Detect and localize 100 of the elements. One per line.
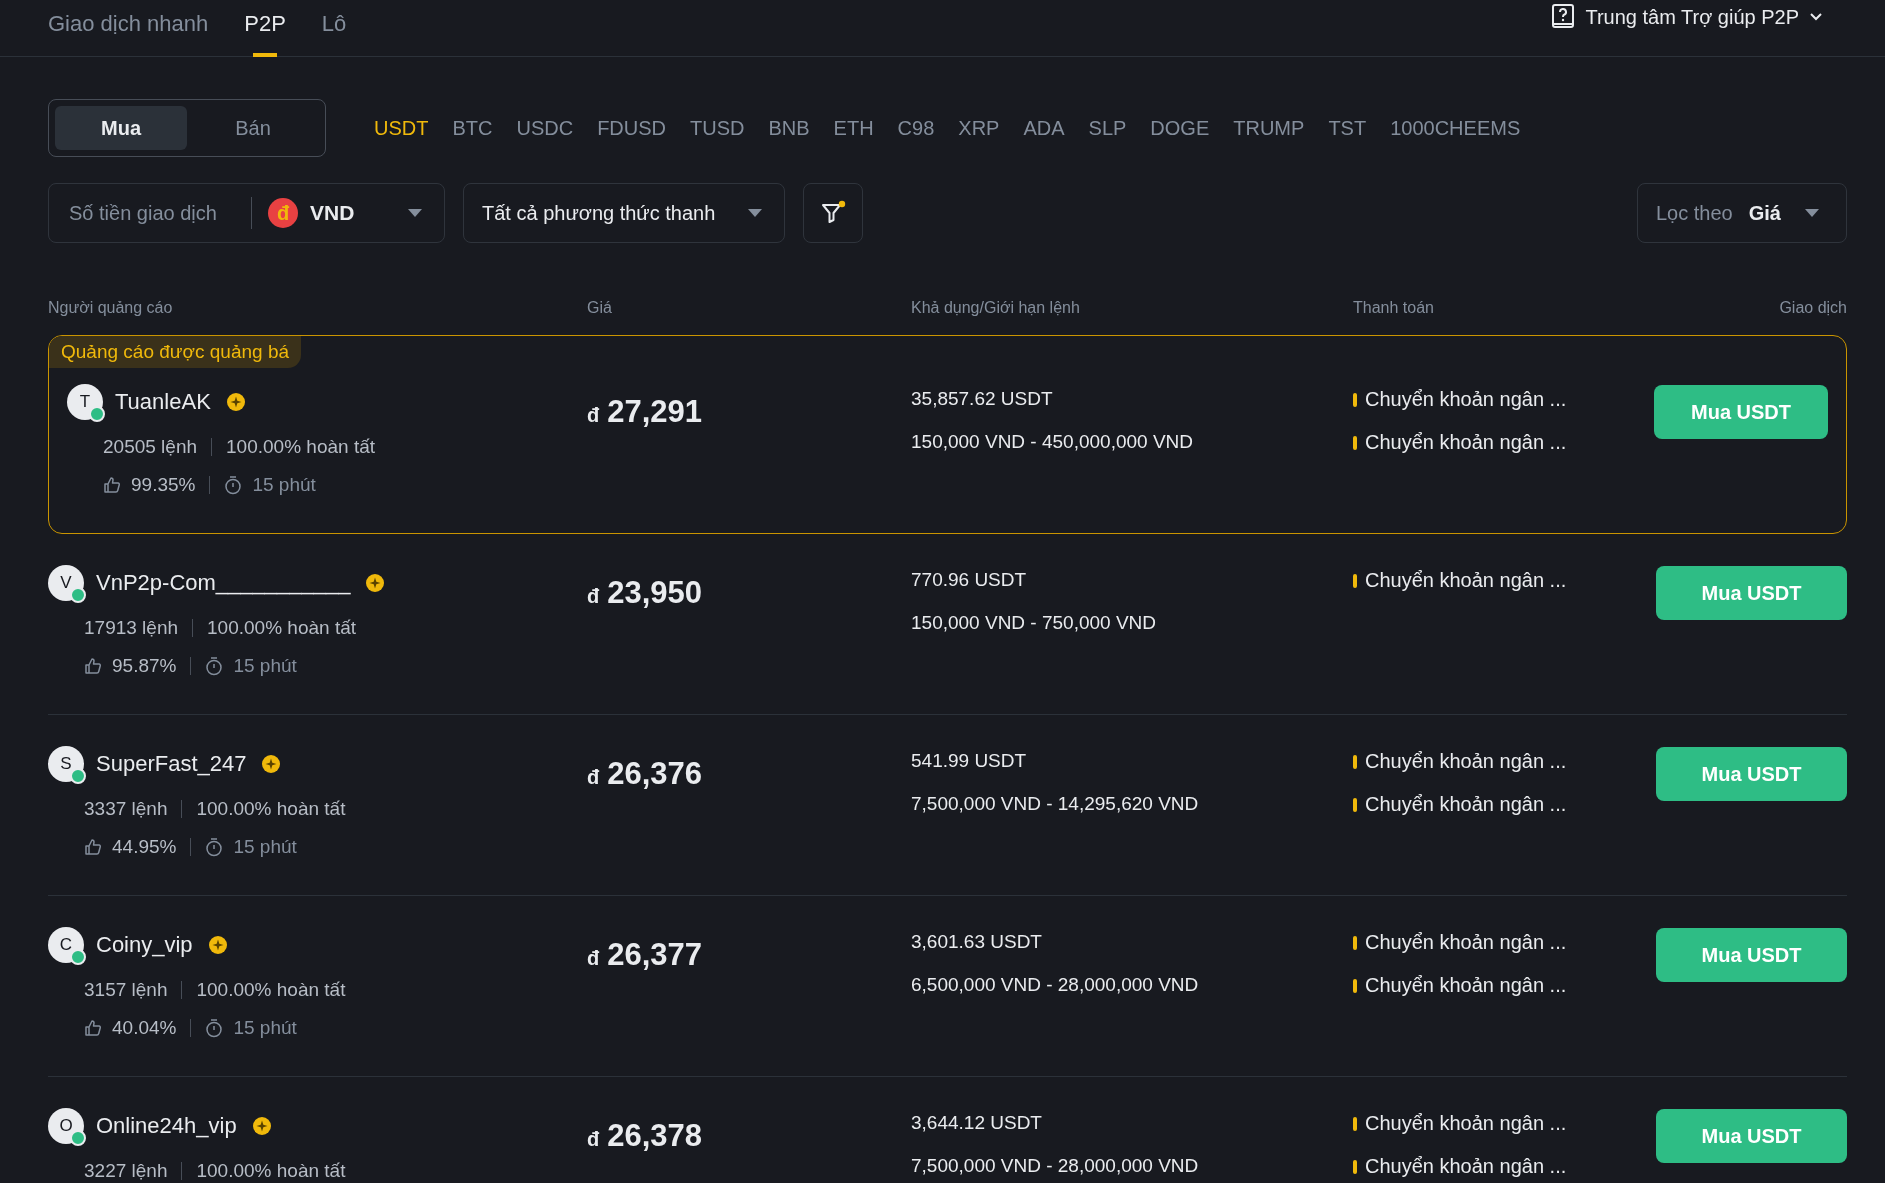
coin-tab[interactable]: SLP [1088, 116, 1127, 140]
thumbs-up-icon [84, 1019, 102, 1037]
completion-rate: 100.00% hoàn tất [196, 1160, 346, 1182]
payment-time: 15 phút [252, 474, 316, 496]
thumbs-up-icon [84, 838, 102, 856]
caret-icon [748, 209, 762, 217]
coin-tab[interactable]: ADA [1023, 116, 1065, 140]
rating: 40.04% [112, 1017, 177, 1039]
coin-tab[interactable]: C98 [897, 116, 935, 140]
advertiser-name[interactable]: Coiny_vip [96, 932, 193, 958]
column-header: Giao dịch [1778, 299, 1847, 317]
currency-icon: đ [268, 198, 298, 228]
avatar: S [48, 746, 84, 782]
order-limit: 150,000 VND - 450,000,000 VND [911, 431, 1194, 453]
currency-symbol: đ [587, 1128, 600, 1151]
coin-tab[interactable]: USDT [374, 116, 429, 140]
advertiser-name[interactable]: Online24h_vip [96, 1113, 237, 1139]
payment-time: 15 phút [233, 655, 297, 677]
avatar: C [48, 927, 84, 963]
order-limit: 6,500,000 VND - 28,000,000 VND [911, 974, 1200, 996]
thumbs-up-icon [103, 476, 121, 494]
completion-rate: 100.00% hoàn tất [207, 617, 356, 639]
side-tab[interactable]: Bán [187, 106, 319, 150]
order-count: 3227 lệnh [84, 1160, 168, 1182]
caret-icon [1805, 209, 1819, 217]
timer-icon [205, 1018, 224, 1038]
payment-marker [1353, 797, 1357, 812]
nav-tab[interactable]: Lô [321, 0, 347, 57]
currency-symbol: đ [587, 766, 600, 789]
rating: 95.87% [112, 655, 177, 677]
payment-marker [1353, 1116, 1357, 1131]
coin-tab[interactable]: 1000CHEEMS [1390, 116, 1521, 140]
available-amount: 770.96 USDT [911, 569, 1028, 591]
payment-method: Chuyển khoản ngân ... [1365, 931, 1567, 954]
currency-symbol: đ [587, 947, 600, 970]
payment-method: Chuyển khoản ngân ... [1365, 388, 1567, 411]
coin-tab[interactable]: TST [1328, 116, 1367, 140]
timer-icon [224, 475, 243, 495]
coin-tab[interactable]: BTC [452, 116, 493, 140]
available-amount: 35,857.62 USDT [911, 388, 1054, 410]
available-amount: 3,644.12 USDT [911, 1112, 1043, 1134]
available-amount: 541.99 USDT [911, 750, 1028, 772]
currency-symbol: đ [587, 404, 600, 427]
payment-marker [1353, 754, 1357, 769]
advertiser-name[interactable]: VnP2p-Com___________ [96, 570, 351, 596]
payment-marker [1353, 978, 1357, 993]
avatar: V [48, 565, 84, 601]
coin-tab[interactable]: TUSD [690, 116, 745, 140]
nav-tab[interactable]: P2P [244, 0, 286, 57]
order-count: 3337 lệnh [84, 798, 168, 820]
payment-time: 15 phút [233, 836, 297, 858]
payment-method: Chuyển khoản ngân ... [1365, 974, 1567, 997]
payment-marker [1353, 1159, 1357, 1174]
order-limit: 150,000 VND - 750,000 VND [911, 612, 1158, 634]
column-header: Thanh toán [1353, 299, 1435, 317]
rating: 44.95% [112, 836, 177, 858]
order-count: 3157 lệnh [84, 979, 168, 1001]
coin-tab[interactable]: XRP [958, 116, 1000, 140]
avatar: O [48, 1108, 84, 1144]
nav-tab[interactable]: Giao dịch nhanh [48, 0, 209, 57]
column-header: Người quảng cáo [48, 299, 174, 317]
rating: 99.35% [131, 474, 196, 496]
payment-method: Chuyển khoản ngân ... [1365, 793, 1567, 816]
advertiser-name[interactable]: SuperFast_247 [96, 751, 247, 777]
chevron-down-icon [1809, 12, 1823, 22]
available-amount: 3,601.63 USDT [911, 931, 1043, 953]
promoted-tag: Quảng cáo được quảng bá [49, 336, 301, 368]
currency-code: VND [310, 201, 356, 225]
order-count: 20505 lệnh [103, 436, 198, 458]
order-limit: 7,500,000 VND - 28,000,000 VND [911, 1155, 1200, 1177]
completion-rate: 100.00% hoàn tất [226, 436, 375, 458]
coin-tab[interactable]: TRUMP [1233, 116, 1305, 140]
order-limit: 7,500,000 VND - 14,295,620 VND [911, 793, 1200, 815]
payment-method: Chuyển khoản ngân ... [1365, 569, 1567, 592]
payment-method-dropdown[interactable]: Tất cả phương thức thanh [463, 183, 785, 243]
price: 26,377 [607, 937, 703, 973]
side-tab[interactable]: Mua [55, 106, 187, 150]
payment-marker [1353, 573, 1357, 588]
coin-tab[interactable]: DOGE [1150, 116, 1210, 140]
payment-time: 15 phút [233, 1017, 297, 1039]
price: 26,378 [607, 1118, 703, 1154]
timer-icon [205, 656, 224, 676]
sort-dropdown[interactable]: Lọc theo Giá [1637, 183, 1847, 243]
completion-rate: 100.00% hoàn tất [196, 979, 346, 1001]
price: 23,950 [607, 575, 703, 611]
column-header: Giá [587, 299, 613, 317]
help-center-link[interactable]: Trung tâm Trợ giúp P2P [1551, 1, 1837, 33]
coin-tab[interactable]: BNB [768, 116, 810, 140]
currency-symbol: đ [587, 585, 600, 608]
payment-marker [1353, 392, 1357, 407]
amount-field[interactable]: Số tiền giao dịch [67, 200, 251, 226]
advertiser-name[interactable]: TuanleAK [115, 389, 211, 415]
payment-marker [1353, 935, 1357, 950]
avatar: T [67, 384, 103, 420]
coin-tab[interactable]: USDC [516, 116, 574, 140]
filter-button[interactable] [803, 183, 863, 243]
coin-tab[interactable]: FDUSD [597, 116, 666, 140]
payment-marker [1353, 435, 1357, 450]
payment-method: Chuyển khoản ngân ... [1365, 431, 1567, 454]
coin-tab[interactable]: ETH [833, 116, 874, 140]
